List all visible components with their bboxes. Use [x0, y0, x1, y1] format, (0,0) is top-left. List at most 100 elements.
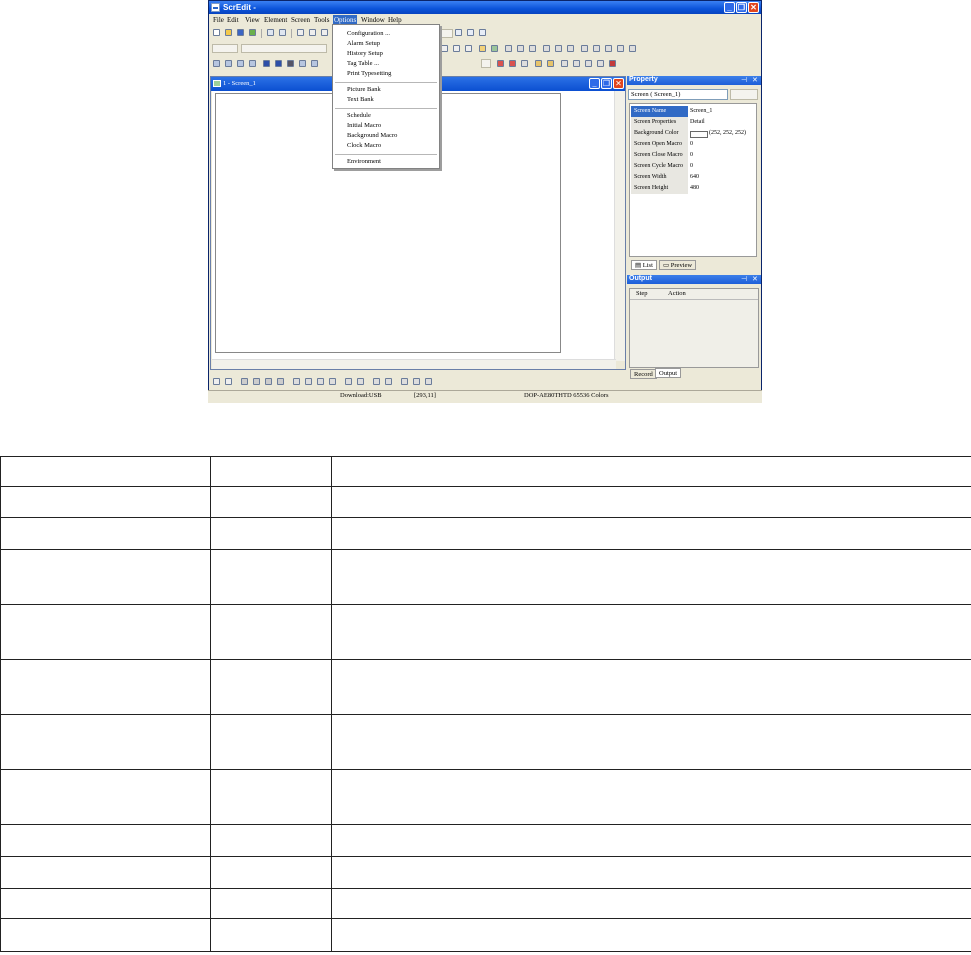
- align-icon[interactable]: [317, 378, 324, 385]
- draw-line-icon[interactable]: [497, 60, 504, 67]
- property-row[interactable]: Screen Cycle Macro 0: [631, 161, 755, 172]
- align-middle-icon[interactable]: [555, 45, 562, 52]
- input-element-icon[interactable]: [299, 60, 306, 67]
- lamp-element-icon[interactable]: [275, 60, 282, 67]
- property-row[interactable]: Screen Width 640: [631, 172, 755, 183]
- close-icon[interactable]: ✕: [752, 275, 758, 283]
- zoom-dropdown[interactable]: [441, 29, 453, 38]
- upload-icon[interactable]: [585, 60, 592, 67]
- same-size-icon[interactable]: [357, 378, 364, 385]
- horizontal-scrollbar[interactable]: [212, 359, 616, 369]
- align-right-icon[interactable]: [529, 45, 536, 52]
- draw-polyline-icon[interactable]: [509, 60, 516, 67]
- meter-element-icon[interactable]: [225, 60, 232, 67]
- tab-list[interactable]: ▤ List: [631, 260, 657, 270]
- property-row[interactable]: Screen Height 480: [631, 183, 755, 194]
- property-row[interactable]: Screen Close Macro 0: [631, 150, 755, 161]
- font-name-dropdown[interactable]: [241, 44, 327, 53]
- bar-element-icon[interactable]: [237, 60, 244, 67]
- align-icon[interactable]: [329, 378, 336, 385]
- title-bar[interactable]: ScrEdit - _ ❐ ✕: [209, 1, 761, 14]
- vertical-scrollbar[interactable]: [614, 91, 625, 361]
- child-maximize-button[interactable]: ❐: [601, 78, 612, 89]
- property-row[interactable]: Screen Name Screen_1: [631, 106, 755, 117]
- element-dropdown[interactable]: [481, 59, 491, 68]
- lock-icon[interactable]: [629, 45, 636, 52]
- zoom-out-icon[interactable]: [467, 29, 474, 36]
- menu-help[interactable]: Help: [387, 16, 403, 24]
- bring-front-icon[interactable]: [241, 378, 248, 385]
- minimize-button[interactable]: _: [724, 2, 735, 13]
- draw-text-icon[interactable]: [521, 60, 528, 67]
- underline-icon[interactable]: [465, 45, 472, 52]
- send-back-icon[interactable]: [253, 378, 260, 385]
- grid-icon[interactable]: [425, 378, 432, 385]
- layer-back-icon[interactable]: [593, 45, 600, 52]
- undo-icon[interactable]: [267, 29, 274, 36]
- close-icon[interactable]: ✕: [752, 76, 758, 84]
- export-icon[interactable]: [249, 29, 256, 36]
- same-width-icon[interactable]: [373, 378, 380, 385]
- menu-item-alarm-setup[interactable]: Alarm Setup: [347, 40, 380, 47]
- menu-item-background-macro[interactable]: Background Macro: [347, 132, 397, 139]
- new-file-icon[interactable]: [213, 29, 220, 36]
- zoom-in-icon[interactable]: [455, 29, 462, 36]
- layer-front-icon[interactable]: [581, 45, 588, 52]
- menu-item-clock-macro[interactable]: Clock Macro: [347, 142, 381, 149]
- child-close-button[interactable]: ✕: [613, 78, 624, 89]
- button-element-icon[interactable]: [213, 60, 220, 67]
- ungroup-icon[interactable]: [617, 45, 624, 52]
- pipe-element-icon[interactable]: [249, 60, 256, 67]
- same-size-icon[interactable]: [345, 378, 352, 385]
- menu-file[interactable]: File: [212, 16, 225, 24]
- menu-edit[interactable]: Edit: [226, 16, 240, 24]
- stop-icon[interactable]: [609, 60, 616, 67]
- align-left-icon[interactable]: [505, 45, 512, 52]
- same-height-icon[interactable]: [385, 378, 392, 385]
- layout-tool-icon[interactable]: [213, 378, 220, 385]
- group-icon[interactable]: [605, 45, 612, 52]
- menu-element[interactable]: Element: [263, 16, 288, 24]
- property-row[interactable]: Screen Properties Detail: [631, 117, 755, 128]
- pin-icon[interactable]: ⊣: [741, 76, 747, 84]
- next-screen-icon[interactable]: [547, 60, 554, 67]
- copy-icon[interactable]: [309, 29, 316, 36]
- center-h-icon[interactable]: [401, 378, 408, 385]
- pin-icon[interactable]: ⊣: [741, 275, 747, 283]
- graph-element-icon[interactable]: [287, 60, 294, 67]
- compile-icon[interactable]: [561, 60, 568, 67]
- center-v-icon[interactable]: [413, 378, 420, 385]
- menu-window[interactable]: Window: [360, 16, 386, 24]
- save-icon[interactable]: [237, 29, 244, 36]
- property-object-selector[interactable]: Screen ( Screen_1): [628, 89, 728, 100]
- align-center-icon[interactable]: [517, 45, 524, 52]
- property-row[interactable]: Screen Open Macro 0: [631, 139, 755, 150]
- distribute-v-icon[interactable]: [305, 378, 312, 385]
- menu-item-environment[interactable]: Environment: [347, 158, 381, 165]
- simulate-icon[interactable]: [597, 60, 604, 67]
- menu-screen[interactable]: Screen: [290, 16, 311, 24]
- menu-tools[interactable]: Tools: [313, 16, 330, 24]
- font-size-dropdown[interactable]: [212, 44, 238, 53]
- forward-icon[interactable]: [265, 378, 272, 385]
- menu-item-print-typesetting[interactable]: Print Typesetting: [347, 70, 391, 77]
- fill-color-icon[interactable]: [491, 45, 498, 52]
- align-bottom-icon[interactable]: [567, 45, 574, 52]
- menu-item-history-setup[interactable]: History Setup: [347, 50, 383, 57]
- menu-item-picture-bank[interactable]: Picture Bank: [347, 86, 381, 93]
- line-color-icon[interactable]: [479, 45, 486, 52]
- close-button[interactable]: ✕: [748, 2, 759, 13]
- menu-item-configuration[interactable]: Configuration ...: [347, 30, 390, 37]
- property-spinner[interactable]: [730, 89, 758, 100]
- align-top-icon[interactable]: [543, 45, 550, 52]
- menu-item-text-bank[interactable]: Text Bank: [347, 96, 374, 103]
- tab-output[interactable]: Output: [655, 368, 682, 378]
- zoom-fit-icon[interactable]: [479, 29, 486, 36]
- maximize-button[interactable]: ❐: [736, 2, 747, 13]
- bold-icon[interactable]: [441, 45, 448, 52]
- layout-tool-icon[interactable]: [225, 378, 232, 385]
- menu-view[interactable]: View: [244, 16, 261, 24]
- child-minimize-button[interactable]: _: [589, 78, 600, 89]
- paste-icon[interactable]: [321, 29, 328, 36]
- cut-icon[interactable]: [297, 29, 304, 36]
